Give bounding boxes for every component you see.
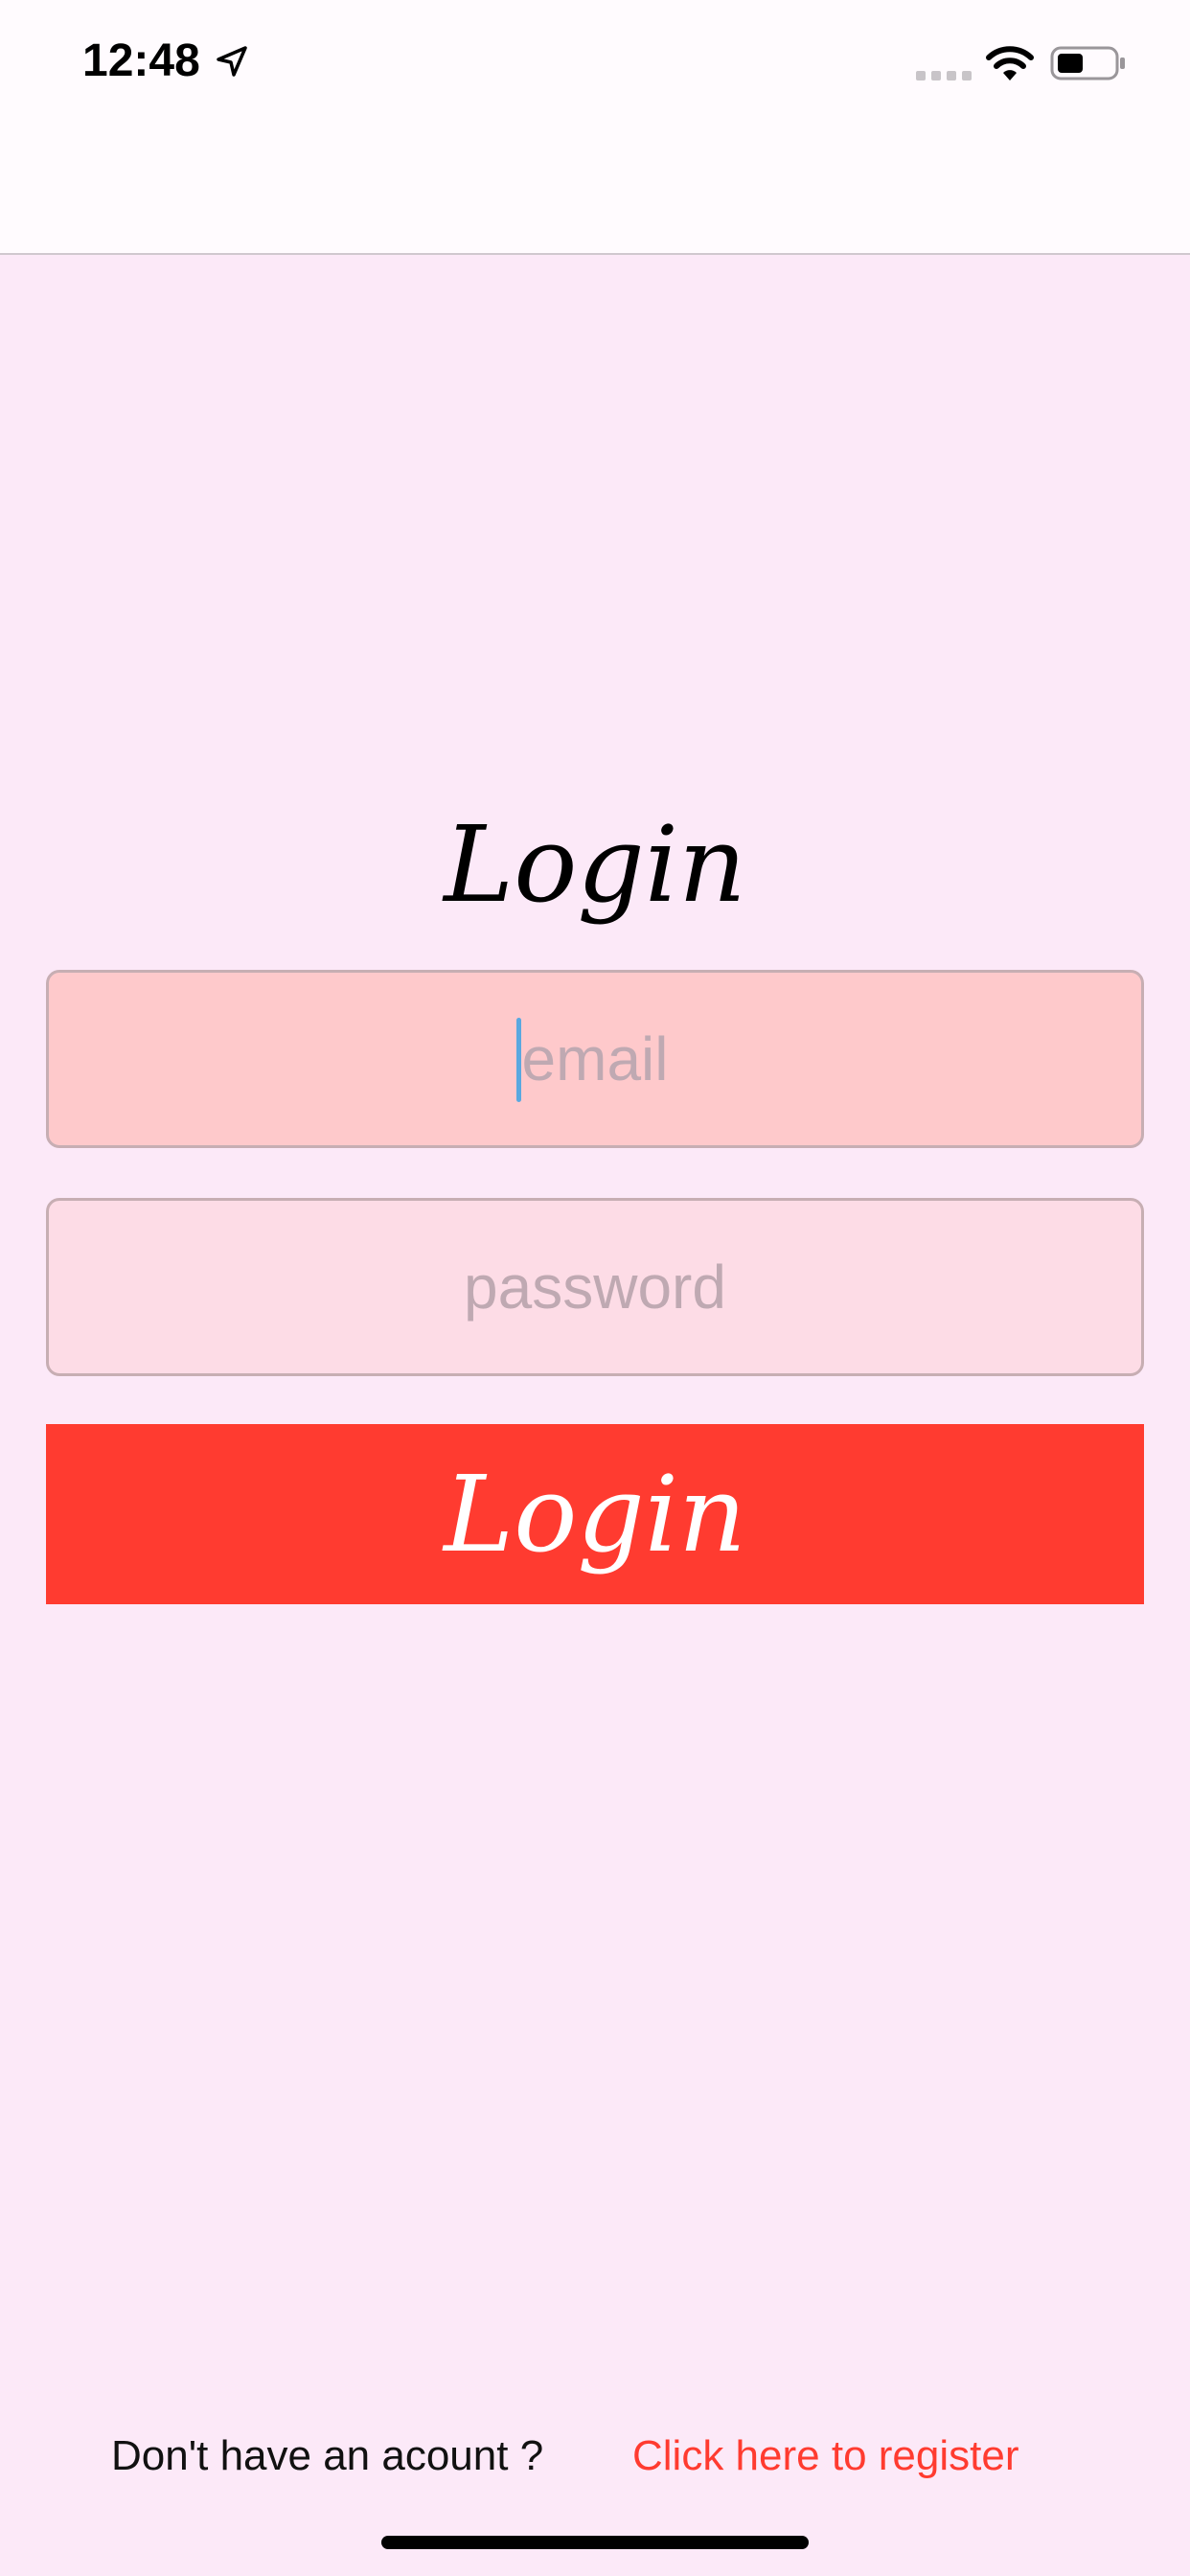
battery-icon	[1050, 46, 1125, 80]
location-arrow-icon	[217, 46, 247, 77]
email-field[interactable]: email	[46, 970, 1144, 1148]
status-bar: 12:48	[0, 0, 1190, 255]
login-button[interactable]: Login	[46, 1424, 1144, 1604]
cellular-signal-icon	[916, 71, 972, 80]
page-title: Login	[444, 803, 746, 926]
password-field[interactable]: password	[46, 1198, 1144, 1376]
email-placeholder: email	[521, 1024, 669, 1093]
register-link[interactable]: Click here to register	[632, 2432, 1018, 2480]
register-prompt: Don't have an acount ?	[111, 2432, 544, 2479]
text-cursor	[516, 1018, 521, 1102]
home-indicator[interactable]	[381, 2536, 809, 2549]
wifi-icon	[986, 46, 1034, 80]
status-time: 12:48	[82, 35, 200, 86]
password-placeholder: password	[464, 1253, 726, 1322]
login-button-label: Login	[444, 1453, 746, 1576]
